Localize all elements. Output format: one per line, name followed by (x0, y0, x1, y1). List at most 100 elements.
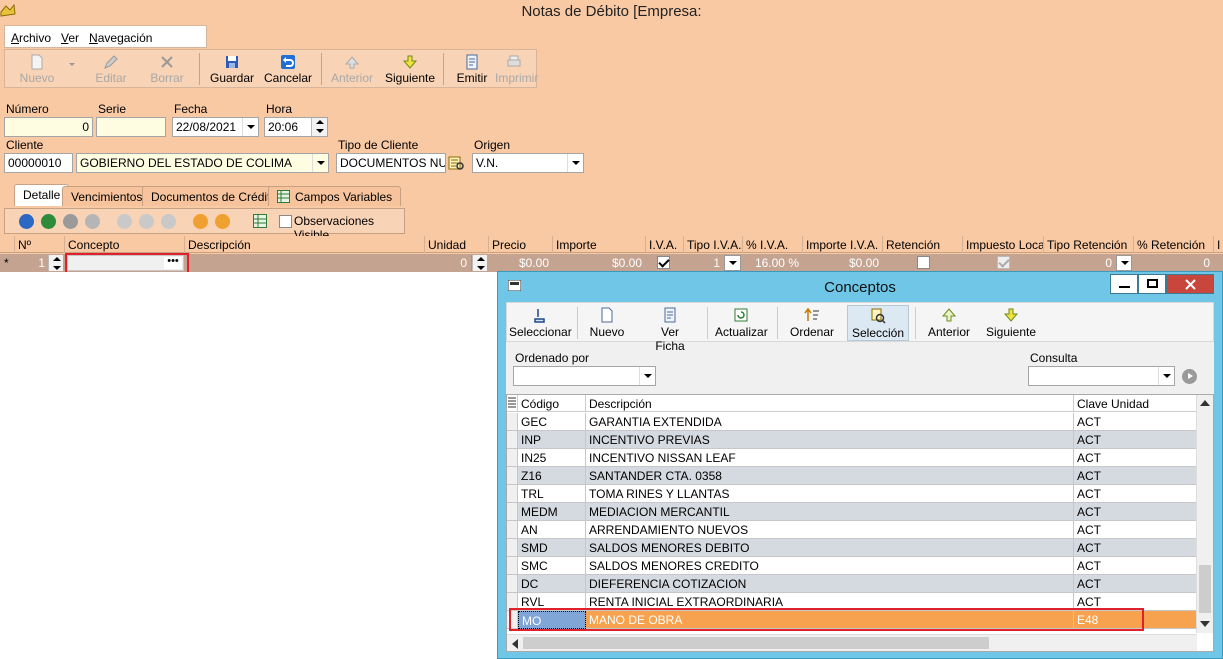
fecha-dropdown-icon[interactable] (242, 118, 258, 136)
row-indicator[interactable] (507, 449, 518, 467)
cell-codigo[interactable]: AN (518, 521, 586, 539)
col-codigo[interactable]: Código (518, 395, 586, 412)
cell-codigo[interactable]: GEC (518, 413, 586, 431)
cell-importe[interactable]: $0.00 (552, 254, 645, 272)
row-indicator[interactable] (507, 521, 518, 539)
col-clave-unidad[interactable]: Clave Unidad (1074, 395, 1197, 412)
fecha-field[interactable]: 22/08/2021 (172, 117, 259, 137)
cancelar-button[interactable]: Cancelar (263, 52, 313, 86)
hora-spinner-icon[interactable] (311, 118, 327, 136)
table-row[interactable]: Z16 SANTANDER CTA. 0358 ACT (507, 467, 1197, 485)
cell-codigo[interactable]: SMD (518, 539, 586, 557)
cell-pct-iva[interactable]: 16.00 % (742, 254, 802, 272)
numero-spinner-icon[interactable] (48, 255, 63, 271)
ordenar-button[interactable]: Ordenar (789, 305, 835, 341)
impuesto-local-checkbox[interactable] (997, 256, 1010, 269)
table-row[interactable]: TRL TOMA RINES Y LLANTAS ACT (507, 485, 1197, 503)
siguiente-button[interactable]: Siguiente (385, 52, 435, 86)
seleccion-button[interactable]: Selección (847, 305, 909, 341)
tipo-iva-dropdown-icon[interactable] (724, 255, 741, 271)
seleccionar-button[interactable]: Seleccionar (509, 305, 572, 341)
row-indicator[interactable] (507, 485, 518, 503)
cell-codigo[interactable]: MEDM (518, 503, 586, 521)
cell-descripcion[interactable]: TOMA RINES Y LLANTAS (586, 485, 1074, 503)
col-pct-iva[interactable]: % I.V.A. (742, 236, 802, 253)
cell-descripcion[interactable]: DIEFERENCIA COTIZACION (586, 575, 1074, 593)
col-importe[interactable]: Importe (552, 236, 645, 253)
minimize-icon[interactable] (1110, 274, 1138, 294)
table-row[interactable]: SMC SALDOS MENORES CREDITO ACT (507, 557, 1197, 575)
col-descripcion[interactable]: Descripción (586, 395, 1074, 412)
table-row[interactable]: GEC GARANTIA EXTENDIDA ACT (507, 413, 1197, 431)
vertical-scrollbar[interactable] (1196, 395, 1213, 633)
cell-descripcion[interactable]: INCENTIVO NISSAN LEAF (586, 449, 1074, 467)
cell-pct-retencion[interactable]: 0 (1133, 254, 1213, 272)
horizontal-scroll-thumb[interactable] (523, 637, 989, 649)
cell-descripcion[interactable]: SALDOS MENORES CREDITO (586, 557, 1074, 575)
emitir-button[interactable]: Emitir (455, 52, 489, 86)
col-iva[interactable]: I.V.A. (645, 236, 683, 253)
hora-field[interactable]: 20:06 (264, 117, 328, 137)
table-row[interactable]: INP INCENTIVO PREVIAS ACT (507, 431, 1197, 449)
cell-clave-unidad[interactable]: ACT (1074, 575, 1197, 593)
menu-navegacion[interactable]: Navegación (83, 26, 156, 45)
cancel-record-icon[interactable] (215, 214, 230, 229)
menu-archivo[interactable]: Archivo (5, 26, 55, 45)
cell-clave-unidad[interactable]: ACT (1074, 503, 1197, 521)
col-importe-iva[interactable]: Importe I.V.A. (802, 236, 882, 253)
post-record-icon[interactable] (193, 214, 208, 229)
col-retencion[interactable]: Retención (882, 236, 962, 253)
table-row[interactable]: MEDM MEDIACION MERCANTIL ACT (507, 503, 1197, 521)
row-indicator[interactable] (507, 503, 518, 521)
grid-table-icon[interactable] (253, 214, 267, 228)
table-row[interactable]: SMD SALDOS MENORES DEBITO ACT (507, 539, 1197, 557)
cell-codigo[interactable]: INP (518, 431, 586, 449)
run-query-icon[interactable] (1182, 369, 1197, 384)
cell-unidad[interactable]: 0 (424, 254, 470, 272)
cell-descripcion[interactable]: MEDIACION MERCANTIL (586, 503, 1074, 521)
cell-importe-iva[interactable]: $0.00 (802, 254, 882, 272)
lookup-icon[interactable] (448, 155, 464, 171)
col-impuesto-local[interactable]: Impuesto Local (962, 236, 1043, 253)
maximize-icon[interactable] (1138, 274, 1166, 294)
tab-campos-variables[interactable]: Campos Variables (268, 186, 402, 206)
consulta-select[interactable] (1028, 366, 1175, 386)
tipo-cliente-field[interactable]: DOCUMENTOS NUEV (336, 153, 446, 173)
col-descripcion[interactable]: Descripción (184, 236, 424, 253)
dialog-siguiente-button[interactable]: Siguiente (985, 305, 1037, 341)
cell-codigo[interactable]: IN25 (518, 449, 586, 467)
guardar-button[interactable]: Guardar (208, 52, 256, 86)
cell-descripcion[interactable]: SANTANDER CTA. 0358 (586, 467, 1074, 485)
last-record-icon[interactable] (85, 214, 100, 229)
insert-record-icon[interactable] (117, 214, 132, 229)
actualizar-button[interactable]: Actualizar (715, 305, 768, 341)
tab-documentos-credito[interactable]: Documentos de Crédito (142, 186, 287, 206)
anterior-button[interactable]: Anterior (330, 52, 374, 86)
cell-tipo-iva[interactable]: 1 (683, 254, 723, 272)
next-record-icon[interactable] (63, 214, 78, 229)
cell-clave-unidad[interactable]: ACT (1074, 521, 1197, 539)
cell-clave-unidad[interactable]: ACT (1074, 539, 1197, 557)
observaciones-checkbox[interactable] (279, 215, 292, 228)
row-indicator[interactable] (507, 557, 518, 575)
scroll-down-icon[interactable] (1200, 621, 1210, 627)
delete-record-icon[interactable] (139, 214, 154, 229)
row-indicator[interactable] (507, 539, 518, 557)
dialog-nuevo-button[interactable]: Nuevo (589, 305, 625, 341)
editar-button[interactable]: Editar (91, 52, 131, 86)
ordenado-por-dropdown-icon[interactable] (639, 367, 655, 385)
cliente-code-field[interactable]: 00000010 (4, 153, 73, 173)
horizontal-scrollbar[interactable] (507, 634, 1197, 651)
table-row[interactable]: IN25 INCENTIVO NISSAN LEAF ACT (507, 449, 1197, 467)
unidad-spinner-icon[interactable] (471, 255, 487, 271)
nuevo-dropdown-icon[interactable] (69, 63, 75, 66)
cell-codigo[interactable]: SMC (518, 557, 586, 575)
tab-vencimientos[interactable]: Vencimientos (62, 186, 152, 206)
cell-clave-unidad[interactable]: ACT (1074, 449, 1197, 467)
cell-numero[interactable]: 1 (14, 254, 48, 272)
col-concepto[interactable]: Concepto (64, 236, 184, 253)
cell-clave-unidad[interactable]: ACT (1074, 431, 1197, 449)
cell-codigo[interactable]: DC (518, 575, 586, 593)
cliente-dropdown-icon[interactable] (312, 154, 328, 172)
nuevo-button[interactable]: Nuevo (15, 52, 59, 86)
